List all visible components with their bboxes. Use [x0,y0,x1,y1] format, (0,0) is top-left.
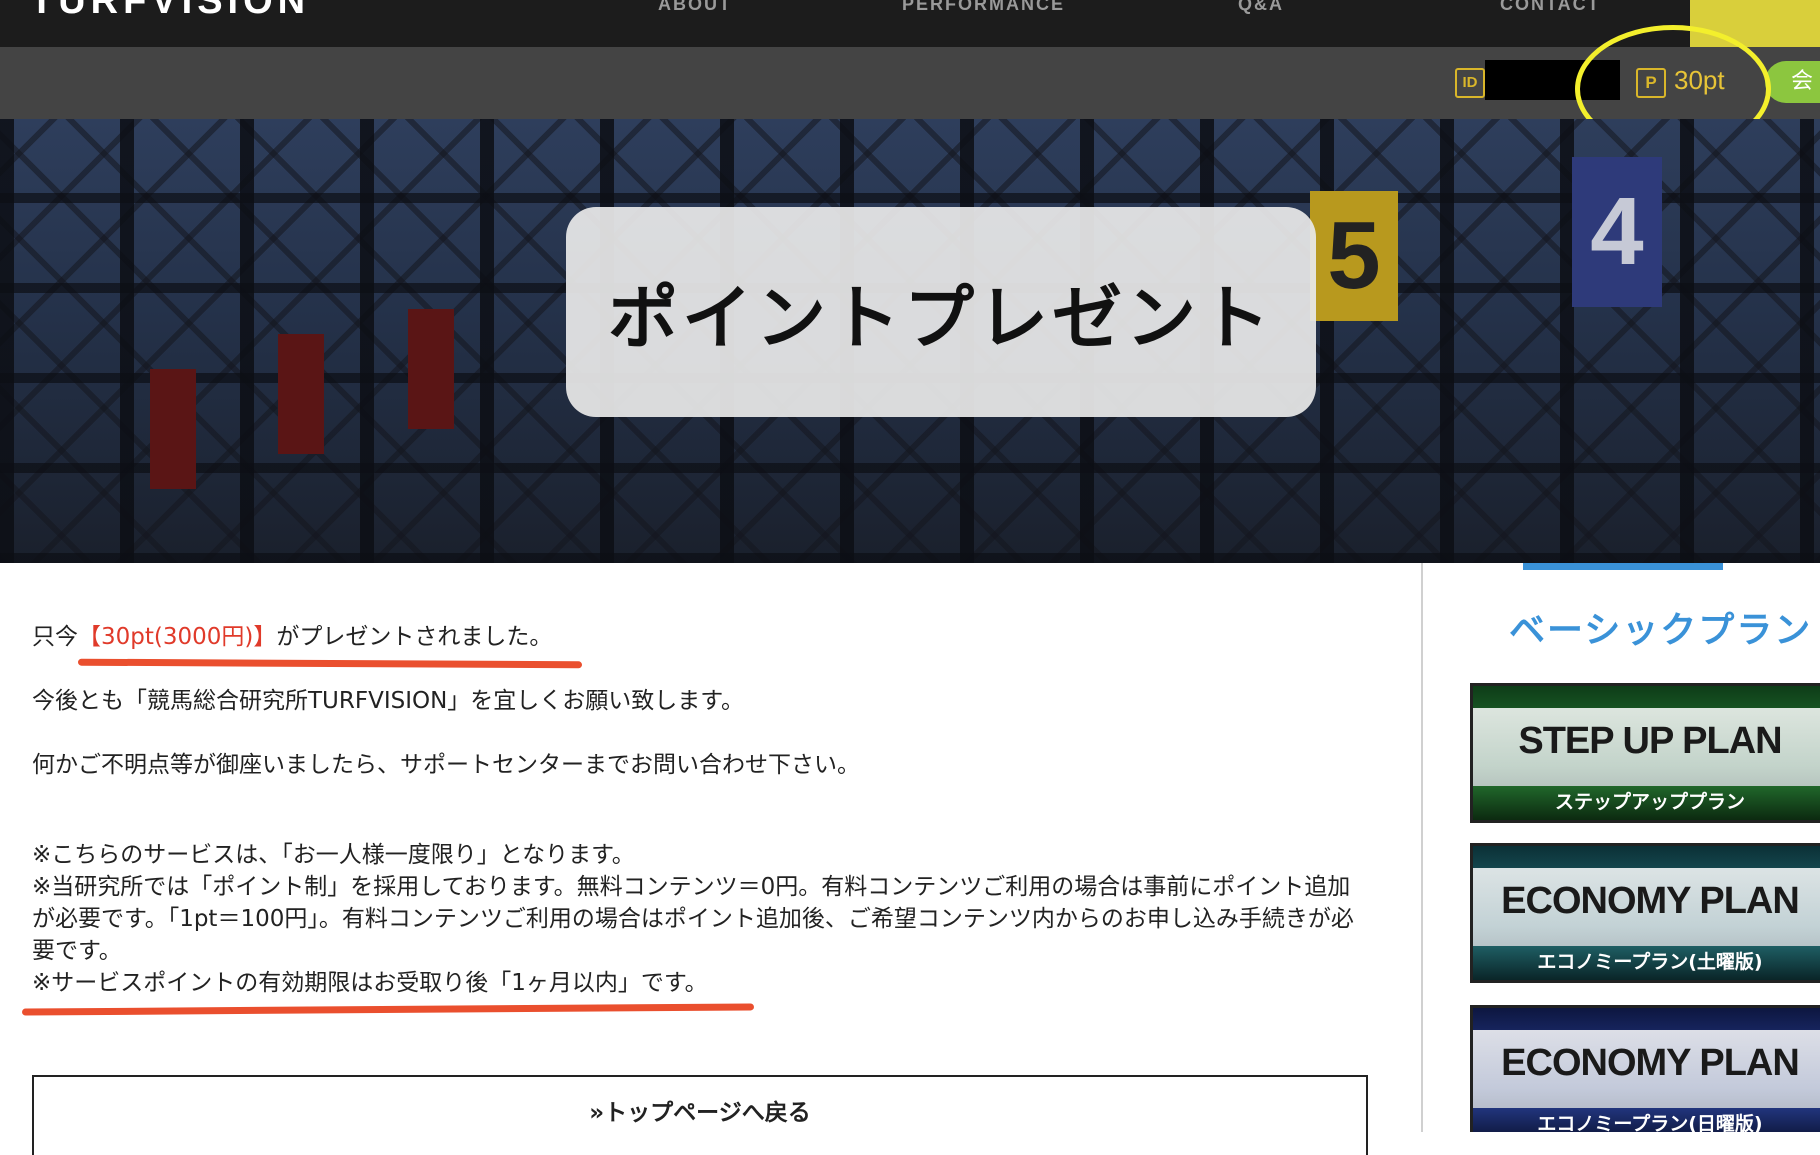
plan-subtitle: エコノミープラン(土曜版) [1537,951,1763,973]
gate-decor [408,309,454,429]
gate-decor [278,334,324,454]
sidebar-heading: ベーシックプラン [1509,610,1813,651]
present-message-suffix: がプレゼントされました。 [276,624,553,650]
present-amount: 【30pt(3000円)】 [78,624,277,650]
hero-banner: 5 4 ポイントプレゼント [0,119,1820,563]
note-item: ※こちらのサービスは、「お一人様一度限り」となります。 [32,842,635,868]
top-nav: TURFVISION ABOUT PERFORMANCE Q&A CONTACT [0,0,1820,47]
member-bar: ID P 30pt 会 [0,47,1820,119]
present-message: 只今【30pt(3000円)】がプレゼントされました。 [32,617,552,651]
note-item: ※当研究所では「ポイント制」を採用しております。無料コンテンツ＝0円。有料コンテ… [32,874,1354,964]
thanks-message: 今後とも「競馬総合研究所TURFVISION」を宜しくお願い致します。 [32,688,745,714]
plan-banner-economy-sunday[interactable]: ECONOMY PLAN エコノミープラン(日曜版) [1470,1005,1820,1132]
sidebar-accent-line [1523,563,1723,570]
site-logo[interactable]: TURFVISION [30,0,310,23]
hero-title-box: ポイントプレゼント [566,207,1316,417]
gate-decor [150,369,196,489]
plan-name: ECONOMY PLAN [1501,1042,1800,1084]
id-icon: ID [1455,68,1485,98]
back-to-top-button[interactable]: »トップページへ戻る [32,1075,1368,1155]
member-button[interactable]: 会 [1765,61,1820,103]
nav-contact[interactable]: CONTACT [1500,0,1601,15]
sidebar: ベーシックプラン STEP UP PLAN ステップアッププラン ECONOMY… [1421,563,1820,1132]
support-message: 何かご不明点等が御座いましたら、サポートセンターまでお問い合わせ下さい。 [32,752,860,778]
nav-qa[interactable]: Q&A [1238,0,1284,15]
main-content: 只今【30pt(3000円)】がプレゼントされました。 今後とも「競馬総合研究所… [0,563,1420,1155]
gate-number-4: 4 [1572,157,1662,307]
red-underline-annotation [21,1003,755,1016]
gate-number-5: 5 [1310,191,1398,321]
nav-performance[interactable]: PERFORMANCE [902,0,1065,15]
page-title: ポイントプレゼント [608,276,1274,359]
red-underline-annotation [77,658,583,669]
note-item: ※サービスポイントの有効期限はお受取り後「1ヶ月以内」です。 [32,970,708,996]
plan-banner-step-up[interactable]: STEP UP PLAN ステップアッププラン [1470,683,1820,823]
notes: ※こちらのサービスは、「お一人様一度限り」となります。 ※当研究所では「ポイント… [32,839,1372,999]
present-message-prefix: 只今 [32,624,78,650]
plan-subtitle: エコノミープラン(日曜版) [1537,1113,1763,1132]
plan-name: ECONOMY PLAN [1501,880,1800,922]
nav-about[interactable]: ABOUT [658,0,732,15]
plan-subtitle: ステップアッププラン [1554,791,1745,813]
plan-banner-economy-saturday[interactable]: ECONOMY PLAN エコノミープラン(土曜版) [1470,843,1820,983]
plan-name: STEP UP PLAN [1518,720,1782,762]
